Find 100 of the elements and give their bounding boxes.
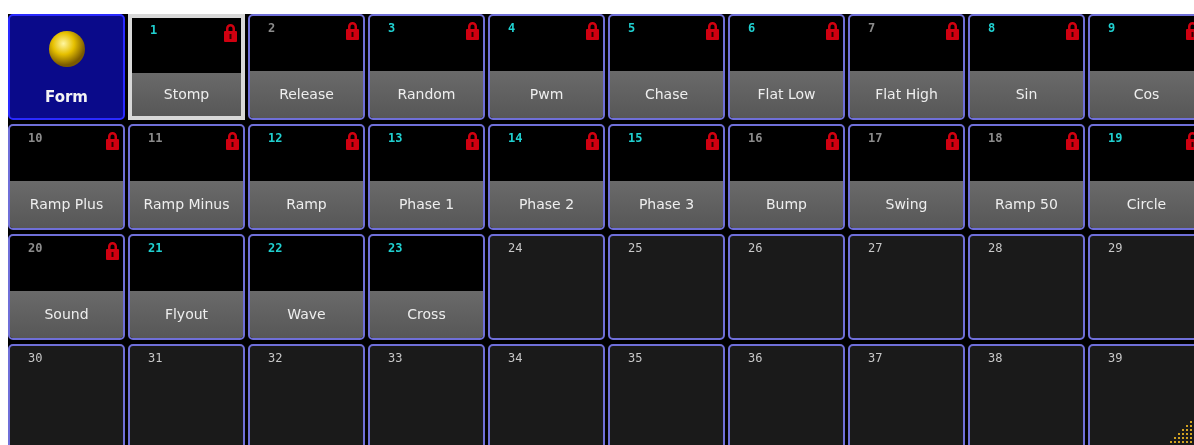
tile-number: 24 [508, 241, 523, 255]
tile-number: 13 [388, 131, 403, 145]
tile-number: 23 [388, 241, 403, 255]
empty-tile[interactable]: 34 [488, 344, 605, 445]
empty-tile[interactable]: 30 [8, 344, 125, 445]
tile-number: 27 [868, 241, 883, 255]
empty-tile[interactable]: 35 [608, 344, 725, 445]
tile-number: 33 [388, 351, 403, 365]
tile-label: Phase 2 [490, 181, 603, 228]
preset-tile[interactable]: 13 Phase 1 [368, 124, 485, 230]
tile-number: 15 [628, 131, 643, 145]
sphere-icon [47, 30, 86, 68]
tile-number: 5 [628, 21, 636, 35]
preset-tile[interactable]: 15 Phase 3 [608, 124, 725, 230]
tile-label: Flat High [850, 71, 963, 118]
tile-number: 14 [508, 131, 523, 145]
tile-label: Swing [850, 181, 963, 228]
tile-number: 9 [1108, 21, 1116, 35]
empty-tile[interactable]: 25 [608, 234, 725, 340]
tile-label: Flat Low [730, 71, 843, 118]
tile-number: 10 [28, 131, 43, 145]
tile-number: 36 [748, 351, 763, 365]
empty-tile[interactable]: 39 [1088, 344, 1194, 445]
empty-tile[interactable]: 26 [728, 234, 845, 340]
tile-label: Ramp Minus [130, 181, 243, 228]
preset-tile[interactable]: 2 Release [248, 14, 365, 120]
tile-number: 37 [868, 351, 883, 365]
tile-label: Phase 1 [370, 181, 483, 228]
tile-number: 35 [628, 351, 643, 365]
empty-tile[interactable]: 24 [488, 234, 605, 340]
tile-number: 8 [988, 21, 996, 35]
resize-grip-icon[interactable] [1170, 421, 1194, 445]
tile-number: 30 [28, 351, 43, 365]
empty-tile[interactable]: 38 [968, 344, 1085, 445]
empty-tile[interactable]: 29 [1088, 234, 1194, 340]
empty-tile[interactable]: 31 [128, 344, 245, 445]
tile-label: Ramp 50 [970, 181, 1083, 228]
tile-number: 34 [508, 351, 523, 365]
preset-tile[interactable]: 6 Flat Low [728, 14, 845, 120]
tile-label: Cos [1090, 71, 1194, 118]
tile-number: 25 [628, 241, 643, 255]
tile-label: Stomp [132, 73, 241, 116]
tile-label: Sin [970, 71, 1083, 118]
tile-number: 3 [388, 21, 396, 35]
tile-label: Phase 3 [610, 181, 723, 228]
tile-number: 17 [868, 131, 883, 145]
tile-label: Sound [10, 291, 123, 338]
tile-number: 29 [1108, 241, 1123, 255]
tile-number: 4 [508, 21, 516, 35]
preset-tile[interactable]: 5 Chase [608, 14, 725, 120]
tile-label: Form [45, 88, 88, 106]
tile-number: 6 [748, 21, 756, 35]
tile-number: 7 [868, 21, 876, 35]
tile-number: 12 [268, 131, 283, 145]
preset-tile[interactable]: 14 Phase 2 [488, 124, 605, 230]
empty-tile[interactable]: 32 [248, 344, 365, 445]
empty-tile[interactable]: 36 [728, 344, 845, 445]
preset-tile[interactable]: 8 Sin [968, 14, 1085, 120]
tile-label: Ramp [250, 181, 363, 228]
tile-number: 38 [988, 351, 1003, 365]
tile-number: 11 [148, 131, 163, 145]
tile-number: 26 [748, 241, 763, 255]
tile-label: Release [250, 71, 363, 118]
preset-tile[interactable]: 4 Pwm [488, 14, 605, 120]
preset-tile[interactable]: 7 Flat High [848, 14, 965, 120]
preset-tile[interactable]: 1 Stomp [128, 14, 245, 120]
tile-number: 21 [148, 241, 163, 255]
preset-tile[interactable]: 10 Ramp Plus [8, 124, 125, 230]
tile-label: Chase [610, 71, 723, 118]
tile-label: Bump [730, 181, 843, 228]
tile-number: 20 [28, 241, 43, 255]
preset-tile[interactable]: 9 Cos [1088, 14, 1194, 120]
tile-number: 28 [988, 241, 1003, 255]
preset-tile[interactable]: 11 Ramp Minus [128, 124, 245, 230]
preset-tile[interactable]: 17 Swing [848, 124, 965, 230]
preset-tile[interactable]: 19 Circle [1088, 124, 1194, 230]
tile-label: Wave [250, 291, 363, 338]
preset-tile[interactable]: 23 Cross [368, 234, 485, 340]
tile-label: Flyout [130, 291, 243, 338]
preset-tile[interactable]: 12 Ramp [248, 124, 365, 230]
empty-tile[interactable]: 27 [848, 234, 965, 340]
tile-number: 16 [748, 131, 763, 145]
form-tile[interactable]: Form [8, 14, 125, 120]
tile-number: 39 [1108, 351, 1123, 365]
empty-tile[interactable]: 37 [848, 344, 965, 445]
preset-tile[interactable]: 3 Random [368, 14, 485, 120]
tile-number: 31 [148, 351, 163, 365]
empty-tile[interactable]: 33 [368, 344, 485, 445]
tile-number: 19 [1108, 131, 1123, 145]
tile-label: Circle [1090, 181, 1194, 228]
tile-number: 1 [150, 23, 158, 37]
preset-tile[interactable]: 18 Ramp 50 [968, 124, 1085, 230]
tile-number: 32 [268, 351, 283, 365]
preset-tile[interactable]: 22 Wave [248, 234, 365, 340]
tile-number: 2 [268, 21, 276, 35]
empty-tile[interactable]: 28 [968, 234, 1085, 340]
tile-number: 22 [268, 241, 283, 255]
preset-tile[interactable]: 21 Flyout [128, 234, 245, 340]
preset-tile[interactable]: 20 Sound [8, 234, 125, 340]
preset-tile[interactable]: 16 Bump [728, 124, 845, 230]
